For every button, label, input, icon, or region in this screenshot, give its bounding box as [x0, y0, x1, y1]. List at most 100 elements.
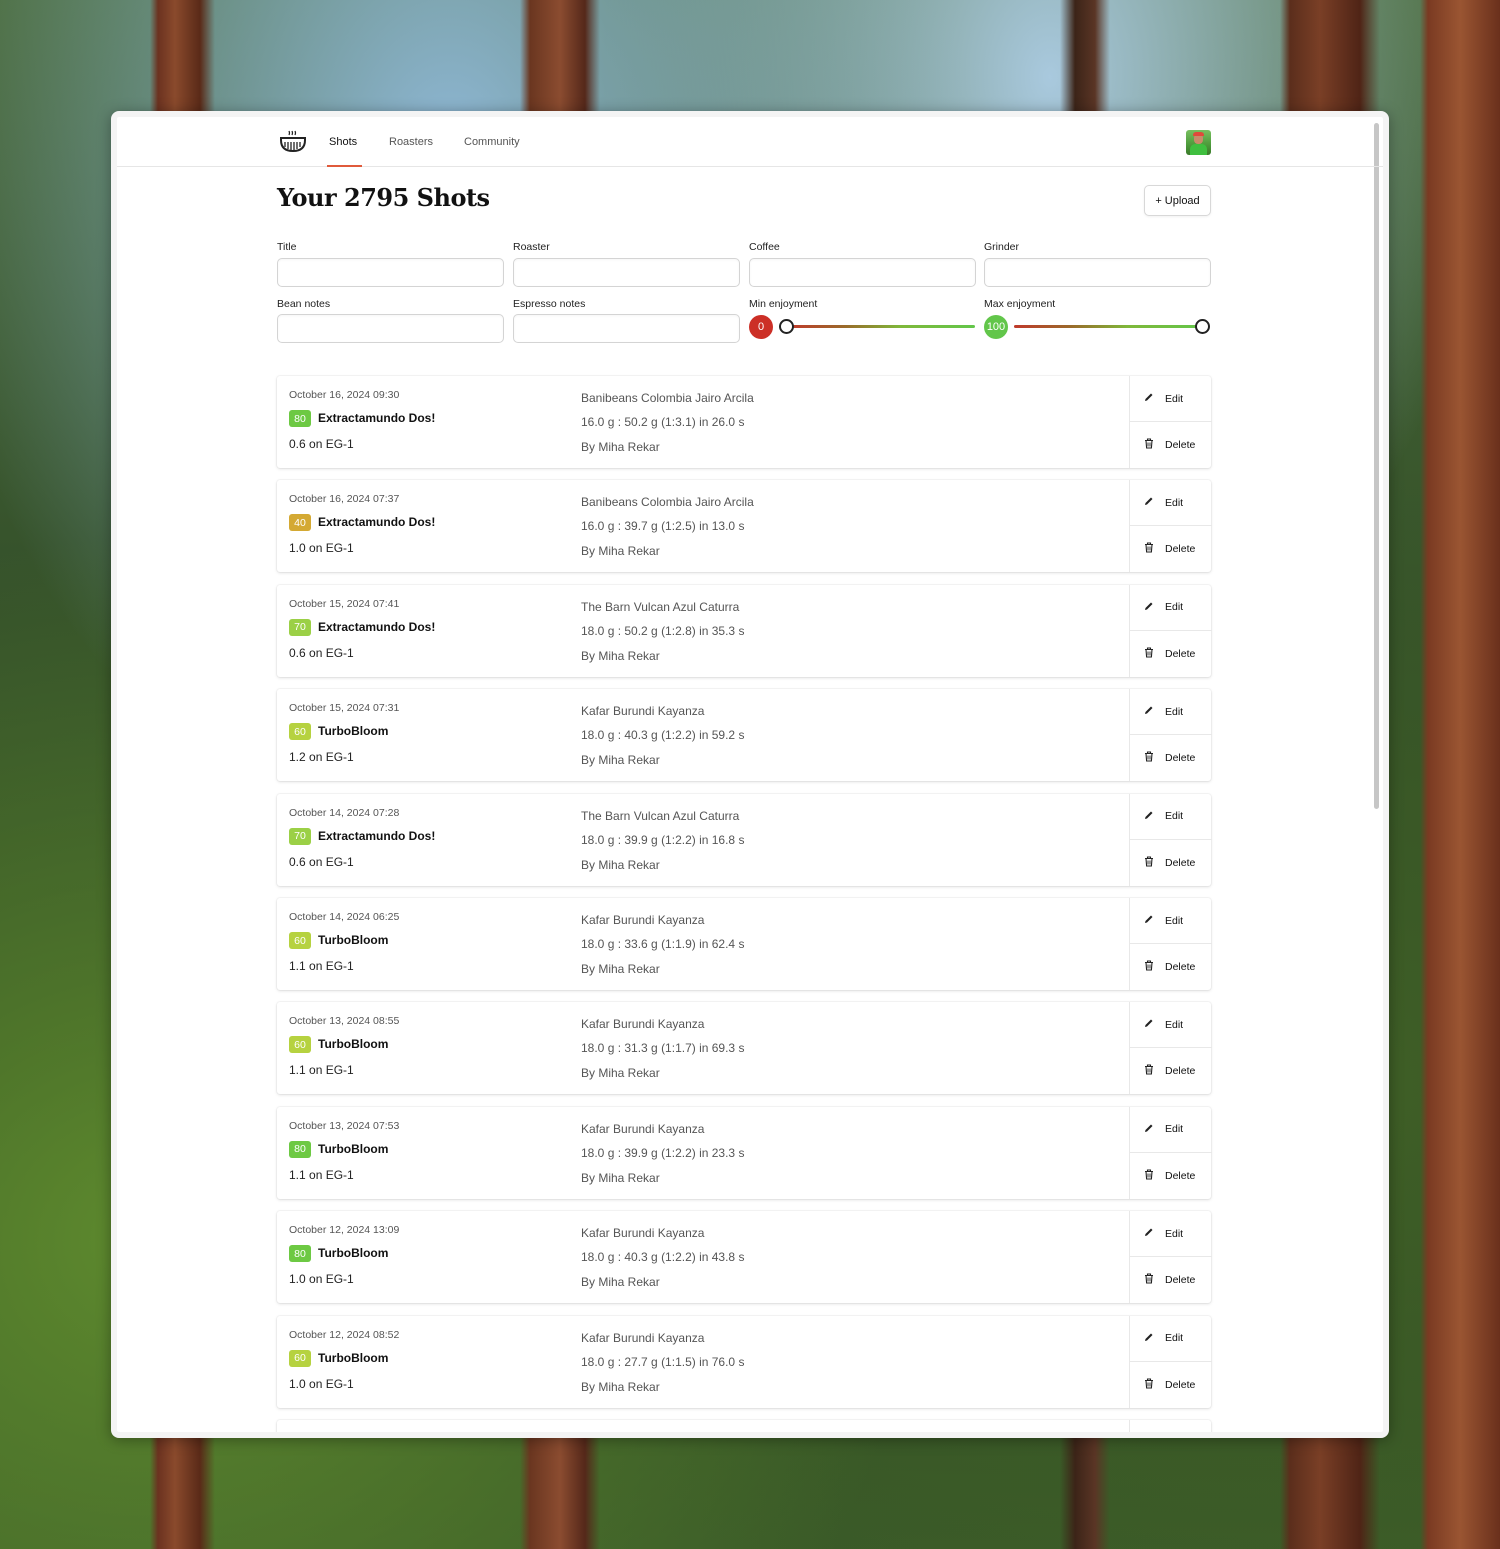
edit-button[interactable]: Edit [1130, 1211, 1212, 1258]
edit-button[interactable]: Edit [1130, 794, 1212, 840]
shot-card[interactable]: October 13, 2024 07:53 80 TurboBloom 1.1 on… [277, 1106, 1212, 1199]
grind-setting: 1.2 on EG-1 [289, 750, 354, 765]
shot-date: October 13, 2024 08:55 [289, 1015, 400, 1028]
delete-button[interactable]: Delete [1130, 735, 1212, 781]
shot-actions: Edit Delete [1129, 1211, 1212, 1304]
edit-button[interactable]: Edit [1130, 1316, 1212, 1362]
brew-ratio: 16.0 g : 39.7 g (1:2.5) in 13.0 s [581, 519, 745, 534]
shot-card[interactable]: October 13, 2024 08:55 60 TurboBloom 1.1 on… [277, 1002, 1212, 1095]
tab-shots[interactable]: Shots [329, 136, 357, 148]
delete-button[interactable]: Delete [1130, 422, 1212, 468]
roaster-filter-input[interactable] [513, 258, 740, 287]
shot-card[interactable]: October 14, 2024 06:25 60 TurboBloom 1.1 on… [277, 898, 1212, 990]
edit-button[interactable]: Edit [1130, 1002, 1212, 1049]
edit-label: Edit [1165, 810, 1184, 823]
shot-card[interactable]: October 12, 2024 13:09 80 TurboBloom 1.0 on… [277, 1211, 1212, 1304]
edit-label: Edit [1165, 705, 1184, 718]
shot-recipe-name[interactable]: TurboBloom [318, 724, 388, 738]
trash-icon [1144, 647, 1165, 661]
shot-date: October 16, 2024 09:30 [289, 389, 400, 401]
shot-recipe-name[interactable]: TurboBloom [318, 1037, 388, 1051]
pencil-icon [1144, 496, 1165, 509]
shot-actions: Edit Delete [1129, 1106, 1212, 1199]
delete-button[interactable]: Delete [1130, 1362, 1212, 1408]
trash-icon [1144, 1378, 1165, 1392]
coffee-name: Kafar Burundi Kayanza [581, 704, 705, 719]
shot-author: By Miha Rekar [581, 648, 660, 663]
delete-label: Delete [1165, 856, 1196, 869]
title-filter-input[interactable] [277, 258, 504, 287]
min-enjoyment-track[interactable] [789, 325, 975, 328]
shot-card[interactable]: October 16, 2024 07:37 40 Extractamundo Do… [277, 480, 1212, 573]
espresso-notes-filter-input[interactable] [513, 314, 740, 343]
trash-icon [1144, 751, 1165, 765]
shot-actions [1129, 1420, 1211, 1432]
shot-card[interactable]: October 15, 2024 07:41 70 Extractamundo Do… [277, 584, 1212, 677]
shot-date: October 14, 2024 06:25 [289, 911, 400, 923]
coffee-name: Banibeans Colombia Jairo Arcila [581, 495, 754, 510]
delete-button[interactable]: Delete [1130, 1153, 1212, 1199]
shot-author: By Miha Rekar [581, 1379, 660, 1394]
delete-button[interactable]: Delete [1130, 944, 1212, 990]
shot-recipe-name[interactable]: TurboBloom [318, 1351, 388, 1365]
delete-button[interactable]: Delete [1130, 840, 1212, 886]
grind-setting: 0.6 on EG-1 [289, 437, 354, 451]
coffee-filter-input[interactable] [749, 258, 976, 287]
shot-recipe-name[interactable]: TurboBloom [318, 1246, 388, 1260]
shot-recipe-name[interactable]: Extractamundo Dos! [318, 515, 435, 529]
user-avatar[interactable] [1186, 130, 1211, 155]
edit-label: Edit [1165, 1018, 1184, 1031]
shot-actions: Edit Delete [1129, 1315, 1212, 1408]
tab-roasters[interactable]: Roasters [389, 136, 433, 148]
pencil-icon [1144, 1332, 1165, 1345]
brew-ratio: 18.0 g : 39.9 g (1:2.2) in 23.3 s [581, 1145, 745, 1160]
page-title: Your 2795 Shots [277, 183, 490, 212]
shot-date: October 12, 2024 08:52 [289, 1328, 400, 1341]
edit-button[interactable]: Edit [1130, 1107, 1212, 1153]
shot-card[interactable]: October 15, 2024 07:31 60 TurboBloom 1.2 on… [277, 689, 1212, 782]
grinder-filter-input[interactable] [984, 258, 1211, 287]
browser-window: Shots Roasters Community Your 2795 Shots… [111, 111, 1389, 1438]
shot-recipe-name[interactable]: Extractamundo Dos! [318, 411, 435, 425]
edit-button[interactable]: Edit [1130, 898, 1212, 944]
coffee-cup-logo-icon[interactable] [279, 129, 307, 155]
enjoyment-score-badge: 40 [289, 514, 311, 532]
edit-label: Edit [1165, 496, 1184, 509]
shot-recipe-name[interactable]: Extractamundo Dos! [318, 620, 435, 634]
scrollbar[interactable] [1374, 123, 1379, 809]
edit-label: Edit [1165, 1332, 1184, 1345]
shot-author: By Miha Rekar [581, 1170, 660, 1185]
shot-recipe-name[interactable]: Extractamundo Dos! [318, 829, 435, 843]
shot-card-partial[interactable] [277, 1420, 1211, 1432]
upload-button[interactable]: + Upload [1144, 185, 1211, 216]
shot-date: October 12, 2024 13:09 [289, 1224, 400, 1237]
shot-recipe-name[interactable]: TurboBloom [318, 1142, 388, 1156]
delete-button[interactable]: Delete [1130, 526, 1212, 572]
brew-ratio: 18.0 g : 33.6 g (1:1.9) in 62.4 s [581, 937, 745, 951]
shot-card[interactable]: October 14, 2024 07:28 70 Extractamundo Do… [277, 793, 1212, 886]
min-enjoyment-thumb[interactable] [779, 319, 794, 334]
shot-author: By Miha Rekar [581, 1066, 660, 1081]
delete-button[interactable]: Delete [1130, 1257, 1212, 1303]
shot-date: October 16, 2024 07:37 [289, 493, 400, 506]
trash-icon [1144, 960, 1165, 974]
trash-icon [1144, 856, 1165, 870]
edit-button[interactable]: Edit [1130, 480, 1212, 527]
edit-label: Edit [1165, 914, 1184, 927]
delete-button[interactable]: Delete [1130, 1048, 1212, 1094]
edit-button[interactable]: Edit [1130, 376, 1212, 422]
enjoyment-score-badge: 60 [289, 1036, 311, 1054]
coffee-name: Kafar Burundi Kayanza [581, 1121, 705, 1136]
max-enjoyment-thumb[interactable] [1195, 319, 1210, 334]
delete-button[interactable]: Delete [1130, 631, 1212, 677]
max-enjoyment-track[interactable] [1014, 325, 1204, 328]
tab-community[interactable]: Community [464, 136, 520, 148]
shot-author: By Miha Rekar [581, 962, 660, 976]
shot-recipe-name[interactable]: TurboBloom [318, 933, 388, 947]
bean-notes-filter-input[interactable] [277, 314, 504, 343]
shot-card[interactable]: October 12, 2024 08:52 60 TurboBloom 1.0 on… [277, 1315, 1212, 1408]
edit-button[interactable]: Edit [1130, 585, 1212, 631]
enjoyment-score-badge: 70 [289, 827, 311, 845]
shot-card[interactable]: October 16, 2024 09:30 80 Extractamundo Do… [277, 376, 1212, 468]
edit-button[interactable]: Edit [1130, 689, 1212, 736]
